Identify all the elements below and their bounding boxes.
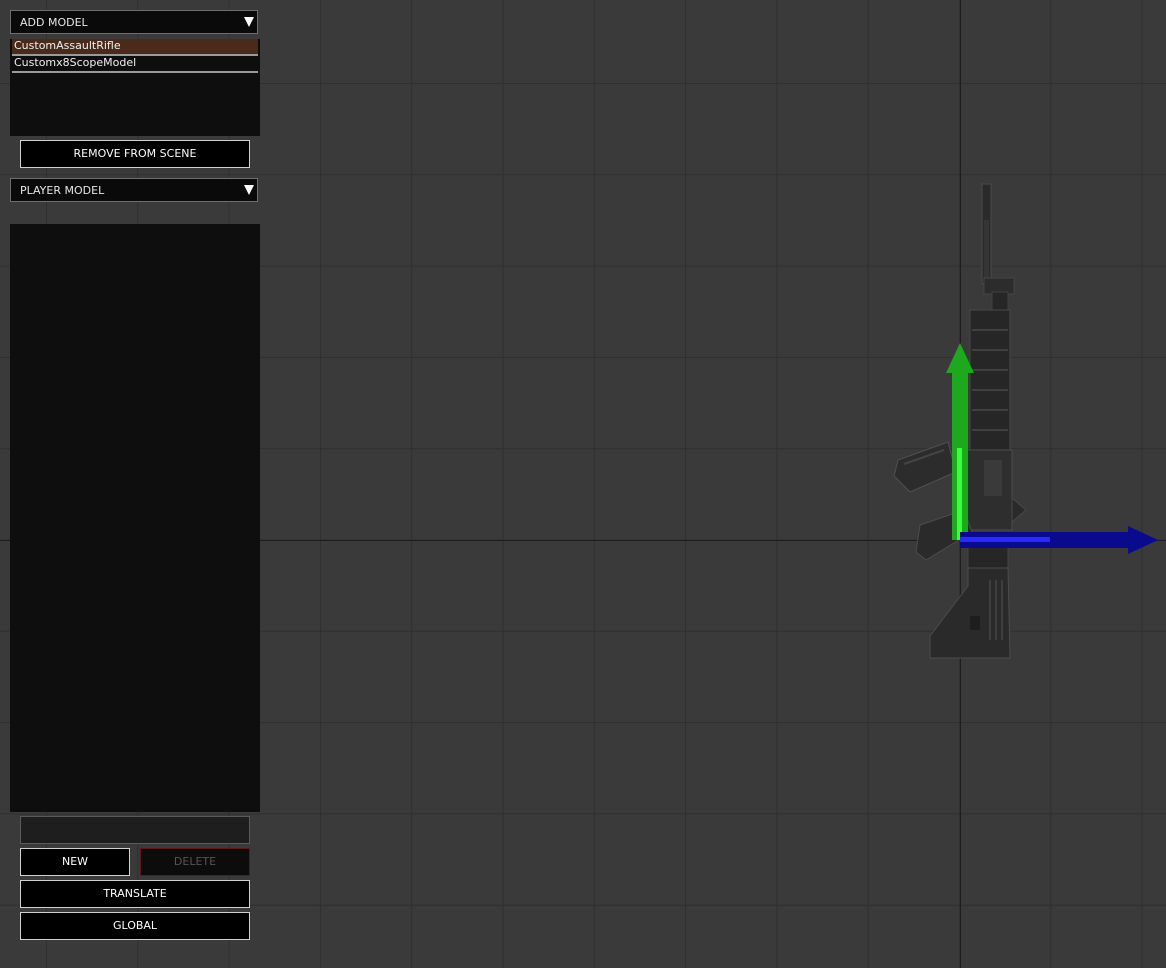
gizmo-y-axis[interactable] [946, 343, 974, 540]
triangle-down-icon [244, 17, 254, 27]
arrow-right-icon [1128, 526, 1158, 554]
translate-button[interactable]: TRANSLATE [20, 880, 250, 908]
new-button[interactable]: NEW [20, 848, 130, 876]
global-button[interactable]: GLOBAL [20, 912, 250, 940]
gizmo-x-axis[interactable] [960, 526, 1158, 554]
player-model-dropdown[interactable]: PLAYER MODEL [10, 178, 258, 202]
remove-from-scene-button[interactable]: REMOVE FROM SCENE [20, 140, 250, 168]
triangle-down-icon [244, 185, 254, 195]
player-model-panel [10, 224, 260, 812]
scene-model-list[interactable]: CustomAssaultRifle Customx8ScopeModel [10, 39, 260, 136]
list-item[interactable]: CustomAssaultRifle [12, 39, 258, 56]
delete-button[interactable]: DELETE [140, 848, 250, 876]
list-item[interactable]: Customx8ScopeModel [12, 56, 258, 73]
name-input[interactable] [20, 816, 250, 844]
player-model-dropdown-label: PLAYER MODEL [20, 184, 105, 197]
add-model-dropdown-label: ADD MODEL [20, 16, 88, 29]
add-model-dropdown[interactable]: ADD MODEL [10, 10, 258, 34]
arrow-up-icon [946, 343, 974, 373]
